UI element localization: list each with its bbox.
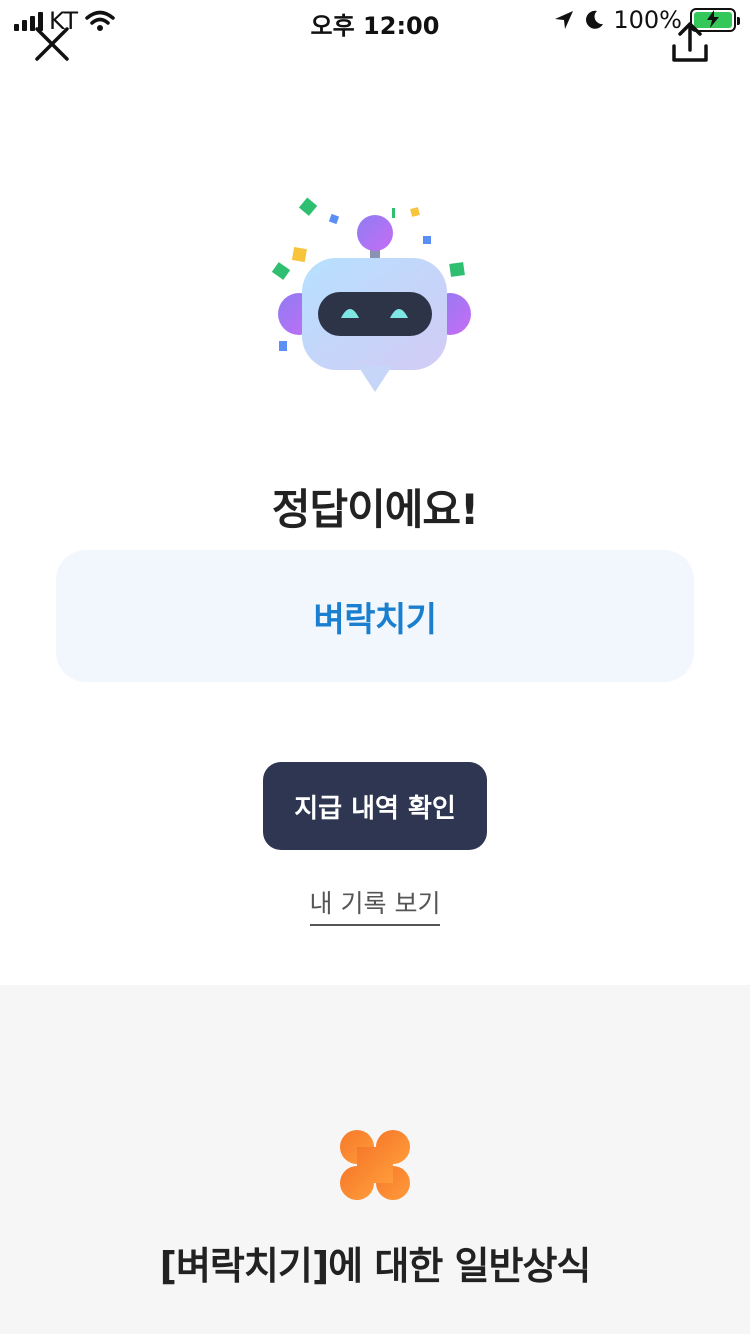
view-my-records-link[interactable]: 내 기록 보기 [309,884,441,926]
general-knowledge-section: [벼락치기]에 대한 일반상식 [0,985,750,1334]
history-link-row: 내 기록 보기 [0,884,750,926]
location-arrow-icon [555,11,574,29]
section-title: [벼락치기]에 대한 일반상식 [159,1244,592,1288]
status-bar: KT 오후 12:00 100% [0,0,750,44]
close-icon [35,27,69,61]
answer-text: 벼락치기 [313,599,437,640]
moon-icon [586,10,604,29]
clover-icon [340,1130,410,1200]
answer-box: 벼락치기 [56,550,694,682]
result-title: 정답이에요! [271,485,479,534]
check-payment-history-button[interactable]: 지급 내역 확인 [263,762,487,850]
robot-mascot-icon [271,197,471,392]
quiz-result-screen: KT 오후 12:00 100% 정답이에요! 벼락치기 지급 내역 확인 내 … [0,0,750,1334]
share-icon [672,22,708,62]
share-button[interactable] [666,20,714,66]
close-button[interactable] [30,22,74,66]
